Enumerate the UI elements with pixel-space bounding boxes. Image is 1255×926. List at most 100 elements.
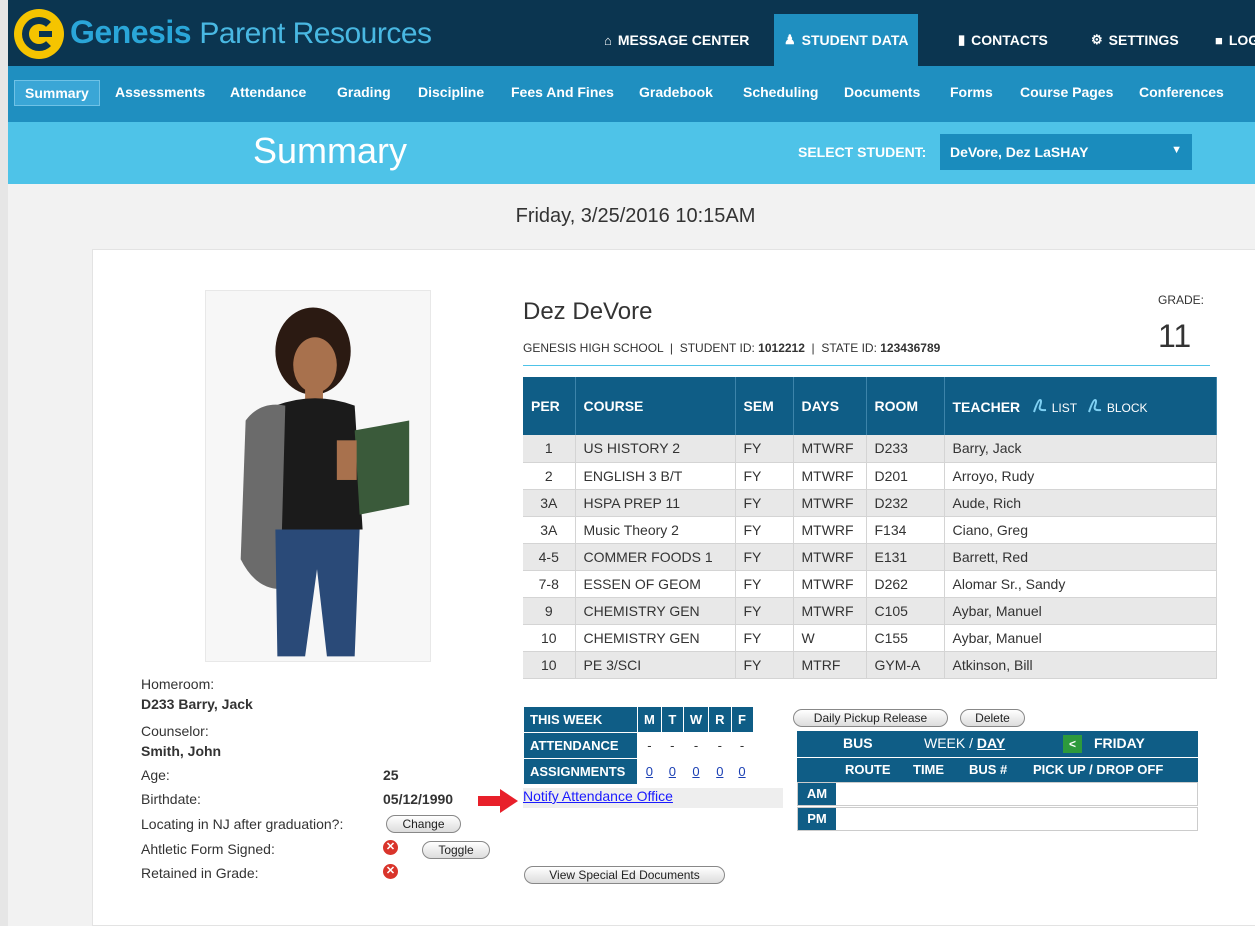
assignments-link[interactable]: 0 [716,764,723,779]
teacher-cell: Alomar Sr., Sandy [944,570,1217,598]
assignments-link[interactable]: 0 [669,764,676,779]
delete-button[interactable]: Delete [960,709,1025,727]
menu-conferences[interactable]: Conferences [1139,84,1224,100]
menu-forms[interactable]: Forms [950,84,993,100]
col-room: ROOM [866,377,945,435]
assignments-link[interactable]: 0 [646,764,653,779]
block-link[interactable]: BLOCK [1107,401,1148,415]
assignments-link[interactable]: 0 [738,764,745,779]
grade-value: 11 [1158,318,1192,354]
attendance-cell: - [660,732,684,759]
menu-attendance[interactable]: Attendance [230,84,306,100]
course-cell: ENGLISH 3 B/T [575,462,736,490]
list-link[interactable]: LIST [1052,401,1077,415]
menu-scheduling[interactable]: Scheduling [743,84,818,100]
room-cell: D233 [866,435,945,463]
assignments-cell[interactable]: 0 [660,758,684,785]
page-title: Summary [253,130,408,171]
semester-cell: FY [735,597,794,625]
period-cell: 10 [523,624,576,652]
col-route: ROUTE [845,762,891,777]
bus-row-am: AM [797,782,1198,806]
col-per: PER [523,377,576,435]
nav-settings[interactable]: ⚙ SETTINGS [1081,14,1189,66]
brand-title: Genesis Parent Resources [70,14,432,51]
menu-assessments[interactable]: Assessments [115,84,205,100]
menu-documents[interactable]: Documents [844,84,920,100]
nav-student-data[interactable]: ♟ STUDENT DATA [774,14,919,66]
assignments-cell[interactable]: 0 [682,758,710,785]
previous-day-button[interactable]: < [1063,735,1083,753]
counselor-value: Smith, John [141,743,222,759]
student-photo [205,290,431,662]
toggle-button[interactable]: Toggle [422,841,490,859]
counselor-label: Counselor: [141,723,209,739]
schedule-row: 3A HSPA PREP 11 FY MTWRF D232 Aude, Rich [523,489,1217,517]
room-cell: D201 [866,462,945,490]
col-teacher: TEACHER LIST BLOCK [944,377,1217,435]
assignments-cell[interactable]: 0 [708,758,732,785]
change-button[interactable]: Change [386,815,461,833]
birthdate-label: Birthdate: [141,791,201,807]
room-cell: C105 [866,597,945,625]
course-cell: ESSEN OF GEOM [575,570,736,598]
col-sem: SEM [735,377,794,435]
homeroom-value: D233 Barry, Jack [141,696,253,712]
age-label: Age: [141,767,170,783]
page-banner: Summary SELECT STUDENT: DeVore, Dez LaSH… [8,122,1255,184]
days-cell: MTWRF [793,516,867,544]
state-id: 123436789 [880,341,941,355]
menu-discipline[interactable]: Discipline [418,84,484,100]
nav-logout[interactable]: ■LOG [1205,14,1255,66]
teacher-cell: Barry, Jack [944,435,1217,463]
period-cell: 2 [523,462,576,490]
week-day-toggle[interactable]: WEEK / DAY [924,735,1005,751]
course-cell: CHEMISTRY GEN [575,624,736,652]
semester-cell: FY [735,624,794,652]
notify-attendance-office[interactable]: Notify Attendance Office [523,788,783,808]
daily-pickup-release-button[interactable]: Daily Pickup Release [793,709,948,727]
assignments-cell[interactable]: 0 [637,758,662,785]
student-select[interactable]: DeVore, Dez LaSHAY ▼ [940,134,1192,170]
teacher-cell: Aybar, Manuel [944,624,1217,652]
nav-message-center[interactable]: ⌂ MESSAGE CENTER [594,14,759,66]
menu-fees-and-fines[interactable]: Fees And Fines [511,84,614,100]
days-cell: MTWRF [793,489,867,517]
x-circle-icon: ✕ [383,864,398,879]
selected-student: DeVore, Dez LaSHAY [950,144,1089,160]
period-cell: 9 [523,597,576,625]
days-cell: W [793,624,867,652]
col-time: TIME [913,762,945,777]
col-bus-number: BUS # [969,762,1008,777]
attendance-label: ATTENDANCE [523,732,638,759]
student-name: Dez DeVore [523,298,653,325]
assignments-link[interactable]: 0 [692,764,699,779]
period-cell: 3A [523,516,576,544]
menu-summary[interactable]: Summary [14,80,100,106]
nav-contacts[interactable]: ▮ CONTACTS [948,14,1058,66]
users-icon: ♟ [784,32,796,47]
col-pickup-dropoff: PICK UP / DROP OFF [1033,762,1164,777]
menu-grading[interactable]: Grading [337,84,391,100]
retained-label: Retained in Grade: [141,865,259,881]
grade-label: GRADE: [1158,293,1205,307]
course-cell: HSPA PREP 11 [575,489,736,517]
days-cell: MTWRF [793,597,867,625]
x-circle-icon: ✕ [383,840,398,855]
schedule-row: 10 CHEMISTRY GEN FY W C155 Aybar, Manuel [523,624,1217,652]
menu-course-pages[interactable]: Course Pages [1020,84,1113,100]
teacher-cell: Arroyo, Rudy [944,462,1217,490]
view-special-ed-button[interactable]: View Special Ed Documents [524,866,725,884]
menu-gradebook[interactable]: Gradebook [639,84,713,100]
pdf-icon[interactable] [1087,398,1103,414]
schedule-row: 4-5 COMMER FOODS 1 FY MTWRF E131 Barrett, Red [523,543,1217,571]
course-cell: CHEMISTRY GEN [575,597,736,625]
room-cell: GYM-A [866,651,945,679]
semester-cell: FY [735,489,794,517]
pdf-icon[interactable] [1032,398,1048,414]
genesis-logo-icon[interactable] [14,9,64,59]
assignments-cell[interactable]: 0 [730,758,754,785]
schedule-row: 3A Music Theory 2 FY MTWRF F134 Ciano, Greg [523,516,1217,544]
semester-cell: FY [735,570,794,598]
room-cell: F134 [866,516,945,544]
